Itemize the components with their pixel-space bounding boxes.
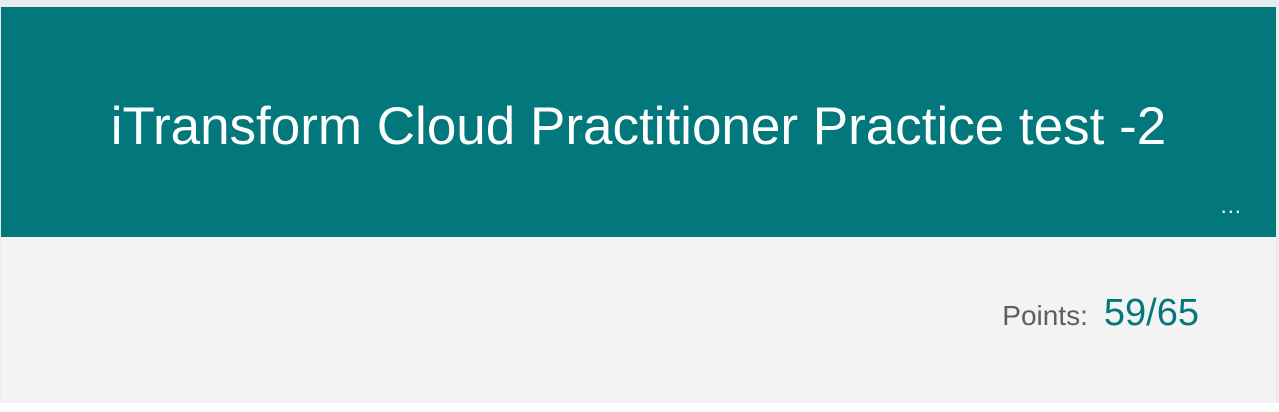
form-header-card: iTransform Cloud Practitioner Practice t… — [1, 7, 1276, 403]
page: iTransform Cloud Practitioner Practice t… — [0, 0, 1279, 412]
points-value: 59/65 — [1103, 292, 1199, 334]
points-summary: Points: 59/65 — [1002, 292, 1199, 335]
points-label: Points: — [1002, 300, 1088, 331]
form-title: iTransform Cloud Practitioner Practice t… — [110, 97, 1167, 156]
content-divider — [0, 403, 1279, 412]
more-options-button[interactable]: ... — [1221, 193, 1242, 219]
title-banner: iTransform Cloud Practitioner Practice t… — [1, 7, 1276, 237]
